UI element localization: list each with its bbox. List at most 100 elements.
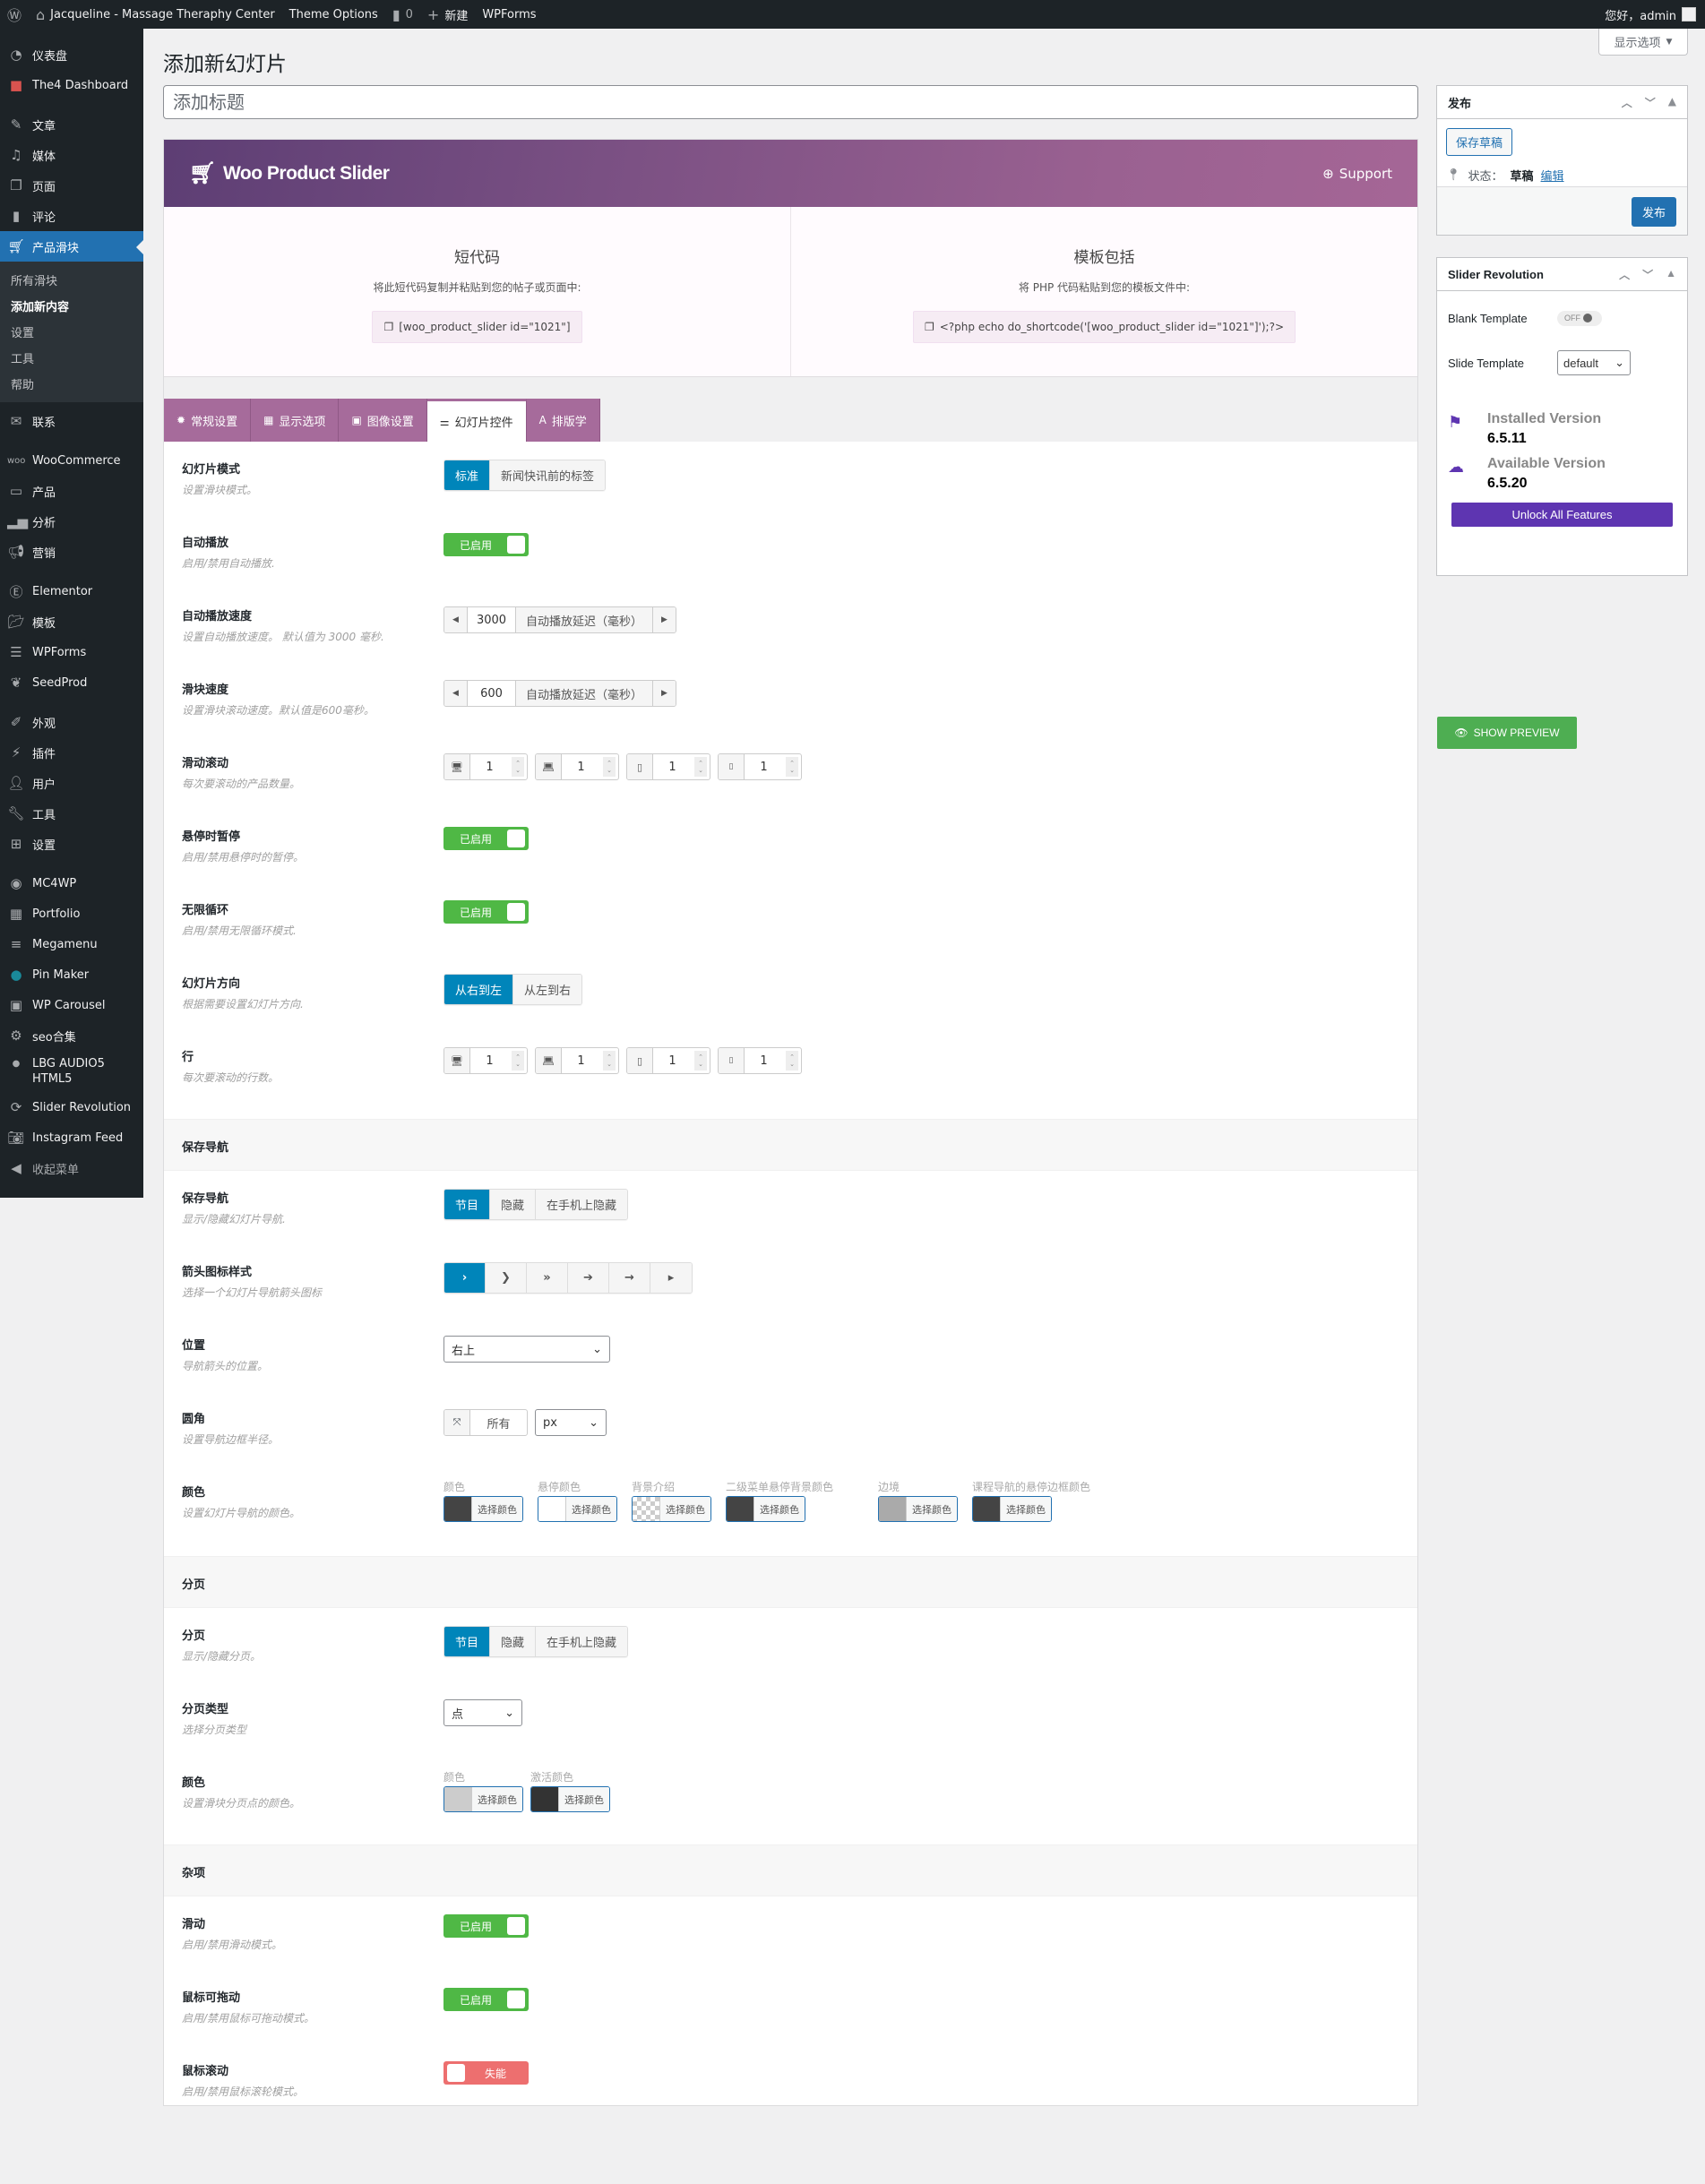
sidebar-item-portfolio[interactable]: ▦ Portfolio [0, 899, 143, 929]
autoplay-toggle[interactable]: 已启用 [443, 533, 529, 556]
color-button[interactable]: 选择颜色 [443, 1786, 523, 1812]
screen-options-button[interactable]: 显示选项 ▼ [1598, 29, 1688, 56]
theme-options-link[interactable]: Theme Options [282, 0, 385, 29]
comments-link[interactable]: ▮ 0 [385, 0, 420, 29]
desktop-rows-input[interactable]: 🖥︎ 1 ⌃ ⌄ [443, 1047, 528, 1074]
pause-hover-toggle[interactable]: 已启用 [443, 827, 529, 850]
sidebar-item-comments[interactable]: ▮ 评论 [0, 201, 143, 231]
sidebar-item-posts[interactable]: ✎ 文章 [0, 109, 143, 140]
sidebar-item-lbg-audio[interactable]: ● LBG AUDIO5 HTML5 [0, 1051, 143, 1092]
blank-template-toggle[interactable]: OFF [1557, 310, 1602, 326]
sidebar-item-slider-revolution[interactable]: ⟳ Slider Revolution [0, 1092, 143, 1122]
option-show[interactable]: 节目 [444, 1190, 491, 1219]
wp-logo[interactable]: Ⓦ [0, 0, 29, 29]
slider-speed-input[interactable]: 600 [468, 681, 516, 706]
sidebar-item-analytics[interactable]: ▂▅ 分析 [0, 506, 143, 537]
collapse-menu-button[interactable]: ◀ 收起菜单 [0, 1153, 143, 1183]
sidebar-item-dashboard[interactable]: ◔ 仪表盘 [0, 39, 143, 70]
option-show[interactable]: 节目 [444, 1627, 491, 1656]
radius-all-input[interactable]: ⤧ 所有 [443, 1409, 528, 1436]
shortcode-copy[interactable]: ❐ [woo_product_slider id="1021"] [372, 311, 582, 343]
sidebar-item-megamenu[interactable]: ≡ Megamenu [0, 929, 143, 959]
arrow-style-chevron-icon[interactable]: ❯ [486, 1263, 527, 1293]
option-hide-mobile[interactable]: 在手机上隐藏 [536, 1190, 628, 1219]
template-code-copy[interactable]: ❐ <?php echo do_shortcode('[woo_product_s… [912, 311, 1296, 343]
my-account[interactable]: 您好，admin [1605, 6, 1705, 23]
desktop-scroll-input[interactable]: 🖥︎ 1 ⌃ ⌄ [443, 753, 528, 780]
move-down-icon[interactable]: ﹀ [1645, 95, 1656, 110]
autoplay-speed-input[interactable]: 3000 [468, 607, 516, 632]
sidebar-item-media[interactable]: ♫ 媒体 [0, 140, 143, 170]
arrow-style-angle-icon[interactable]: › [444, 1263, 486, 1293]
stepper[interactable]: ⌃ ⌄ [603, 757, 616, 777]
move-up-icon[interactable]: ︿ [1622, 95, 1632, 110]
new-content-link[interactable]: + 新建 [420, 0, 475, 29]
sidebar-item-wp-carousel[interactable]: ▣ WP Carousel [0, 990, 143, 1020]
sidebar-item-users[interactable]: 👤︎ 用户 [0, 768, 143, 798]
stepper[interactable]: ⌃ ⌄ [786, 757, 798, 777]
stepper[interactable]: ⌃ ⌄ [512, 1051, 524, 1071]
sidebar-item-appearance[interactable]: ✐ 外观 [0, 707, 143, 737]
sidebar-item-marketing[interactable]: 📢︎ 营销 [0, 537, 143, 567]
option-hide-mobile[interactable]: 在手机上隐藏 [536, 1627, 628, 1656]
mouse-wheel-toggle[interactable]: 失能 [443, 2061, 529, 2085]
mouse-drag-toggle[interactable]: 已启用 [443, 1988, 529, 2011]
option-standard[interactable]: 标准 [444, 460, 491, 490]
sidebar-item-mc4wp[interactable]: ◉ MC4WP [0, 868, 143, 899]
submenu-help[interactable]: 帮助 [0, 371, 143, 397]
option-ltr[interactable]: 从左到右 [513, 975, 582, 1004]
laptop-rows-input[interactable]: 💻︎ 1 ⌃ ⌄ [535, 1047, 619, 1074]
site-name-link[interactable]: ⌂ Jacqueline - Massage Theraphy Center [29, 0, 282, 29]
show-preview-button[interactable]: 👁︎ SHOW PREVIEW [1437, 717, 1577, 749]
option-ticker[interactable]: 新闻快讯前的标签 [490, 460, 606, 490]
sidebar-item-elementor[interactable]: Ⓔ Elementor [0, 576, 143, 606]
option-hide[interactable]: 隐藏 [490, 1190, 537, 1219]
sidebar-item-seedprod[interactable]: ❦ SeedProd [0, 667, 143, 698]
sidebar-item-pin-maker[interactable]: ● Pin Maker [0, 959, 143, 990]
stepper[interactable]: ⌃ ⌄ [694, 757, 707, 777]
unlock-all-features-button[interactable]: Unlock All Features [1451, 503, 1673, 527]
submenu-all-sliders[interactable]: 所有滑块 [0, 267, 143, 293]
color-button[interactable]: 选择颜色 [538, 1496, 617, 1522]
mobile-scroll-input[interactable]: ▯ 1 ⌃ ⌄ [718, 753, 802, 780]
tablet-rows-input[interactable]: ▯ 1 ⌃ ⌄ [626, 1047, 710, 1074]
option-hide[interactable]: 隐藏 [490, 1627, 537, 1656]
sidebar-item-the4[interactable]: ■ The4 Dashboard [0, 70, 143, 100]
mobile-rows-input[interactable]: ▯ 1 ⌃ ⌄ [718, 1047, 802, 1074]
increment-button[interactable]: ▶ [652, 607, 676, 632]
stepper[interactable]: ⌃ ⌄ [603, 1051, 616, 1071]
wpforms-link[interactable]: WPForms [475, 0, 543, 29]
option-rtl[interactable]: 从右到左 [444, 975, 514, 1004]
tab-slider-controls[interactable]: ⚌ 幻灯片控件 [426, 399, 527, 442]
sidebar-item-products[interactable]: ▭ 产品 [0, 476, 143, 506]
sidebar-item-tools[interactable]: 🔧︎ 工具 [0, 798, 143, 829]
submenu-tools[interactable]: 工具 [0, 345, 143, 371]
toggle-panel-icon[interactable]: ▲ [1666, 267, 1676, 282]
sidebar-item-product-slider[interactable]: 🛒︎ 产品滑块 [0, 231, 143, 262]
arrow-style-caret-icon[interactable]: ▸ [650, 1263, 692, 1293]
tab-general[interactable]: ✹ 常规设置 [164, 399, 252, 442]
position-select[interactable]: 右上 ⌄ [443, 1336, 610, 1363]
tab-display[interactable]: ▦ 显示选项 [251, 399, 340, 442]
sidebar-item-instagram[interactable]: 📷︎ Instagram Feed [0, 1122, 143, 1153]
laptop-scroll-input[interactable]: 💻︎ 1 ⌃ ⌄ [535, 753, 619, 780]
sidebar-item-settings[interactable]: ⊞ 设置 [0, 829, 143, 859]
tablet-scroll-input[interactable]: ▯ 1 ⌃ ⌄ [626, 753, 710, 780]
stepper[interactable]: ⌃ ⌄ [512, 757, 524, 777]
color-button[interactable]: 选择颜色 [443, 1496, 523, 1522]
color-button[interactable]: 选择颜色 [530, 1786, 610, 1812]
decrement-button[interactable]: ◀ [444, 607, 468, 632]
arrow-style-double-angle-icon[interactable]: » [527, 1263, 568, 1293]
arrow-style-bold-arrow-icon[interactable]: ➔ [568, 1263, 609, 1293]
color-button[interactable]: 选择颜色 [632, 1496, 711, 1522]
move-up-icon[interactable]: ︿ [1619, 267, 1630, 282]
arrow-style-long-arrow-icon[interactable]: → [609, 1263, 650, 1293]
submenu-settings[interactable]: 设置 [0, 319, 143, 345]
stepper[interactable]: ⌃ ⌄ [786, 1051, 798, 1071]
slide-template-select[interactable]: default ⌄ [1557, 350, 1631, 375]
color-button[interactable]: 选择颜色 [972, 1496, 1053, 1522]
sidebar-item-templates[interactable]: 📂︎ 模板 [0, 606, 143, 637]
color-button[interactable]: 选择颜色 [878, 1496, 959, 1522]
save-draft-button[interactable]: 保存草稿 [1446, 128, 1513, 156]
tab-image[interactable]: ▣ 图像设置 [339, 399, 427, 442]
